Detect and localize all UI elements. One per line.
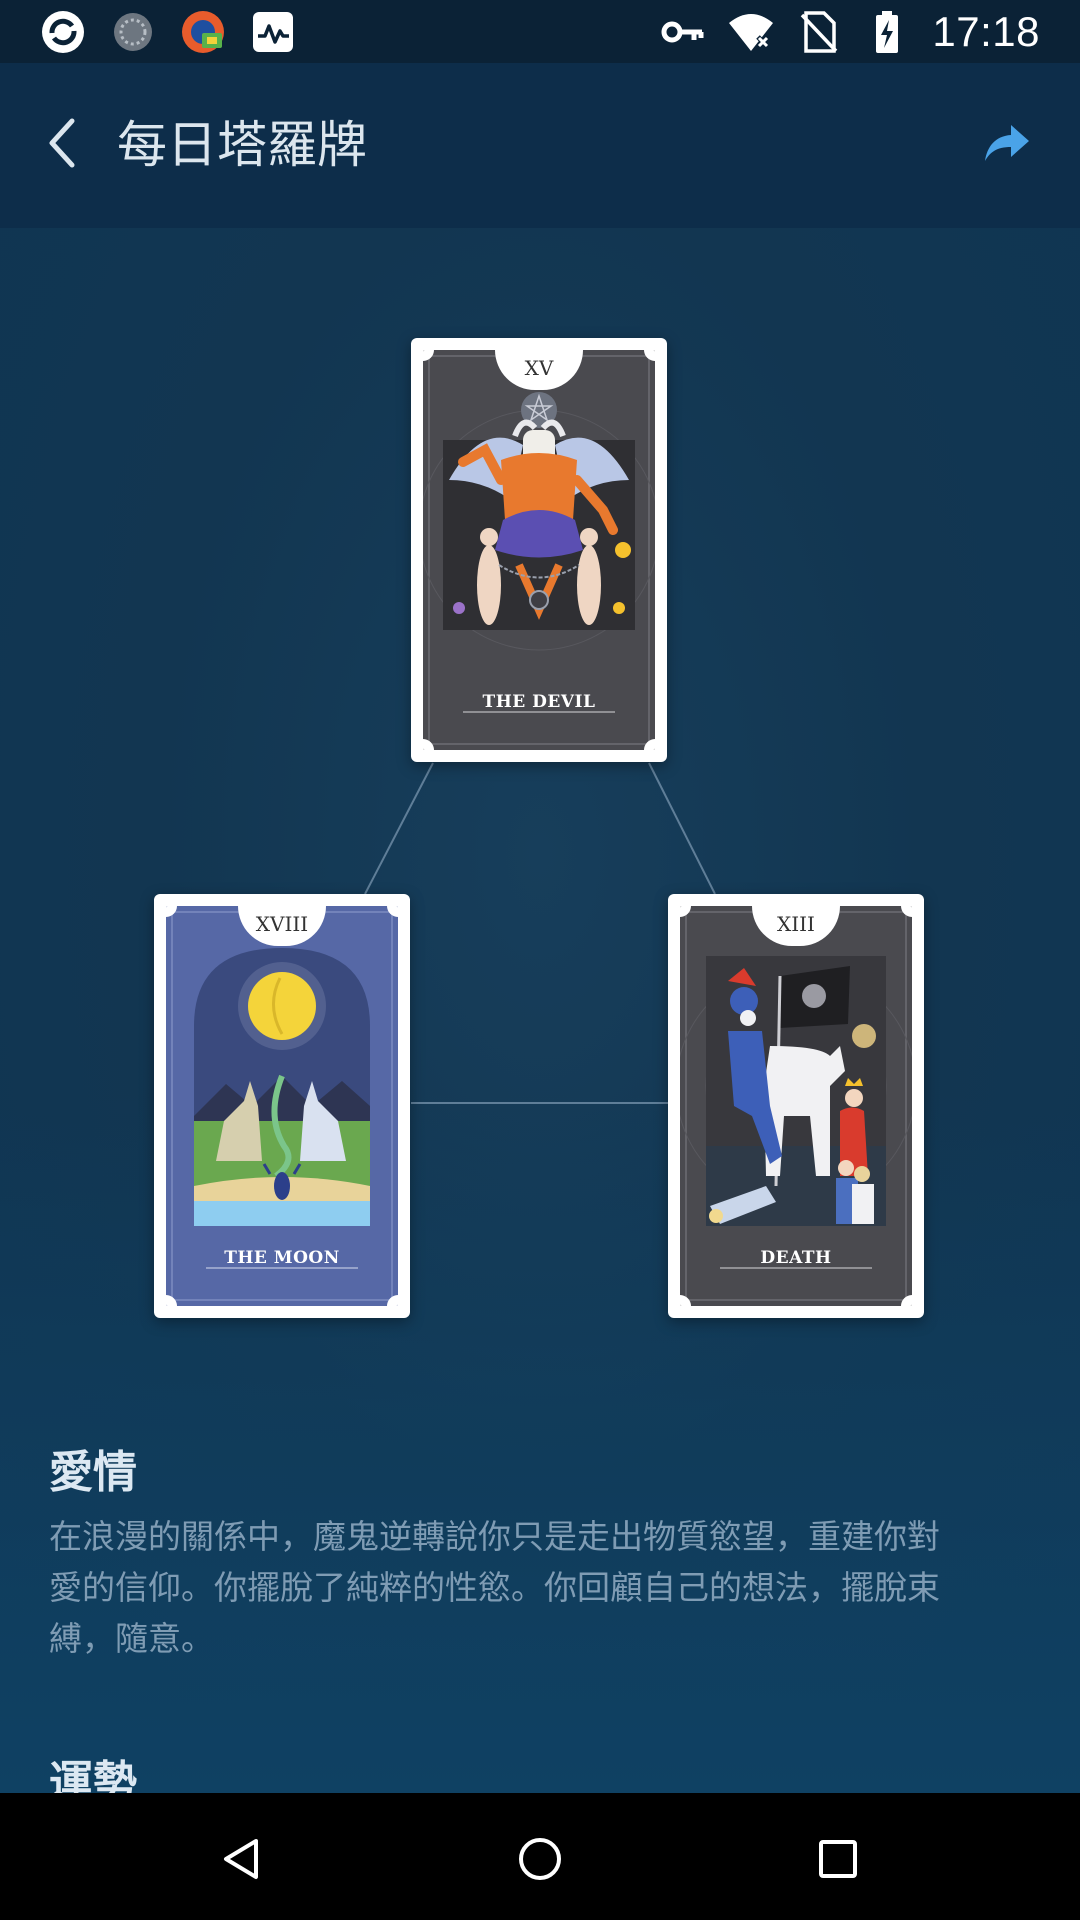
section-text-line: 在浪漫的關係中，魔鬼逆轉說你只是走出物質慾望，重建你對 [49,1517,940,1556]
nav-home-button[interactable] [500,1821,580,1901]
card-name: THE MOON [224,1248,340,1268]
section-title-love: 愛情 [49,1447,137,1498]
section-title-fortune: 運勢 [49,1757,137,1793]
tarot-content: XV THE DEVIL XVIII THE MOON XIII DEATH 愛… [0,228,1080,1793]
page-title: 每日塔羅牌 [117,116,367,174]
status-bar: 17:18 [0,0,1080,63]
navigation-bar [0,1793,1080,1920]
card-name: DEATH [760,1248,832,1268]
square-recents-icon [814,1835,862,1887]
moon-card-illustration [166,906,398,1306]
wifi-off-icon [728,9,774,55]
tarot-card-devil[interactable]: XV THE DEVIL [411,338,667,762]
tarot-card-death[interactable]: XIII DEATH [668,894,924,1318]
circle-home-icon [516,1835,564,1887]
section-text-line: 愛的信仰。你擺脫了純粹的性慾。你回顧自己的想法，擺脫束 [49,1568,940,1607]
share-arrow-icon [983,123,1031,167]
app-refresh-icon [40,9,86,55]
chevron-left-icon [42,115,82,175]
app-bar: 每日塔羅牌 [0,63,1080,228]
back-button[interactable] [30,113,94,177]
vpn-key-icon [660,9,706,55]
tarot-card-moon[interactable]: XVIII THE MOON [154,894,410,1318]
triangle-back-icon [218,1835,266,1887]
battery-charging-icon [864,9,910,55]
share-button[interactable] [972,113,1042,177]
nav-back-button[interactable] [202,1821,282,1901]
no-sim-icon [796,9,842,55]
death-card-illustration [680,906,912,1306]
section-text-line: 縛，隨意。 [49,1619,214,1658]
section-text-love: 在浪漫的關係中，魔鬼逆轉說你只是走出物質慾望，重建你對 愛的信仰。你擺脫了純粹的… [49,1511,1029,1664]
devil-card-illustration [423,350,655,750]
card-name: THE DEVIL [482,692,596,712]
app-badge-icon [180,9,226,55]
loading-circle-icon [110,9,156,55]
clock: 17:18 [932,8,1040,55]
nav-recents-button[interactable] [798,1821,878,1901]
activity-monitor-icon [250,9,296,55]
